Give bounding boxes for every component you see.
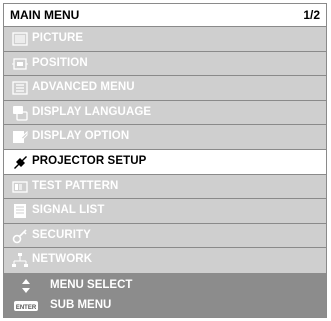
menu-item-projector-setup[interactable]: PROJECTOR SETUP [4,149,326,175]
enter-key-icon: ENTER [14,301,38,311]
menu-title: MAIN MENU [10,8,80,22]
menu-item-position[interactable]: POSITION [4,51,326,77]
position-icon [12,57,28,70]
projector-setup-icon [14,155,27,169]
menu-select-hint: MENU SELECT [4,276,326,296]
main-menu-window: MAIN MENU 1/2 PICTURE POSITION ADVANCED … [3,3,327,318]
menu-item-label: NETWORK [32,253,93,266]
menu-item-picture[interactable]: PICTURE [4,27,326,52]
menu-item-label: TEST PATTERN [32,179,119,192]
menu-item-label: PROJECTOR SETUP [32,154,147,167]
menu-item-label: PICTURE [32,32,84,44]
menu-list: PICTURE POSITION ADVANCED MENU DISPLAY L… [4,27,326,273]
menu-select-label: MENU SELECT [50,279,133,291]
sub-menu-hint: ENTER SUB MENU [4,296,326,316]
enter-key-text: ENTER [16,305,37,311]
menu-item-security[interactable]: SECURITY [4,223,326,249]
menu-item-signal-list[interactable]: SIGNAL LIST [4,199,326,224]
test-pattern-icon [12,180,28,193]
up-down-arrows-icon [22,279,30,293]
menu-item-display-language[interactable]: DISPLAY LANGUAGE [4,100,326,126]
network-icon [12,253,28,268]
advanced-menu-icon [12,81,28,95]
menu-item-label: SIGNAL LIST [32,204,105,217]
menu-item-label: DISPLAY LANGUAGE [32,105,152,118]
menu-item-network[interactable]: NETWORK [4,248,326,273]
page-indicator: 1/2 [303,8,320,22]
sub-menu-label: SUB MENU [50,299,112,311]
display-option-icon [13,131,28,144]
menu-item-label: ADVANCED MENU [32,81,135,94]
key-guide: MENU SELECT ENTER SUB MENU [4,275,326,317]
menu-item-label: SECURITY [32,228,91,241]
menu-item-advanced-menu[interactable]: ADVANCED MENU [4,76,326,101]
picture-icon [12,32,28,46]
menu-item-label: DISPLAY OPTION [32,130,130,143]
display-language-icon [13,105,28,121]
signal-list-icon [14,204,26,219]
menu-header: MAIN MENU 1/2 [4,4,326,27]
menu-item-display-option[interactable]: DISPLAY OPTION [4,125,326,150]
menu-item-label: POSITION [32,56,88,69]
security-icon [12,229,27,244]
menu-item-test-pattern[interactable]: TEST PATTERN [4,174,326,200]
